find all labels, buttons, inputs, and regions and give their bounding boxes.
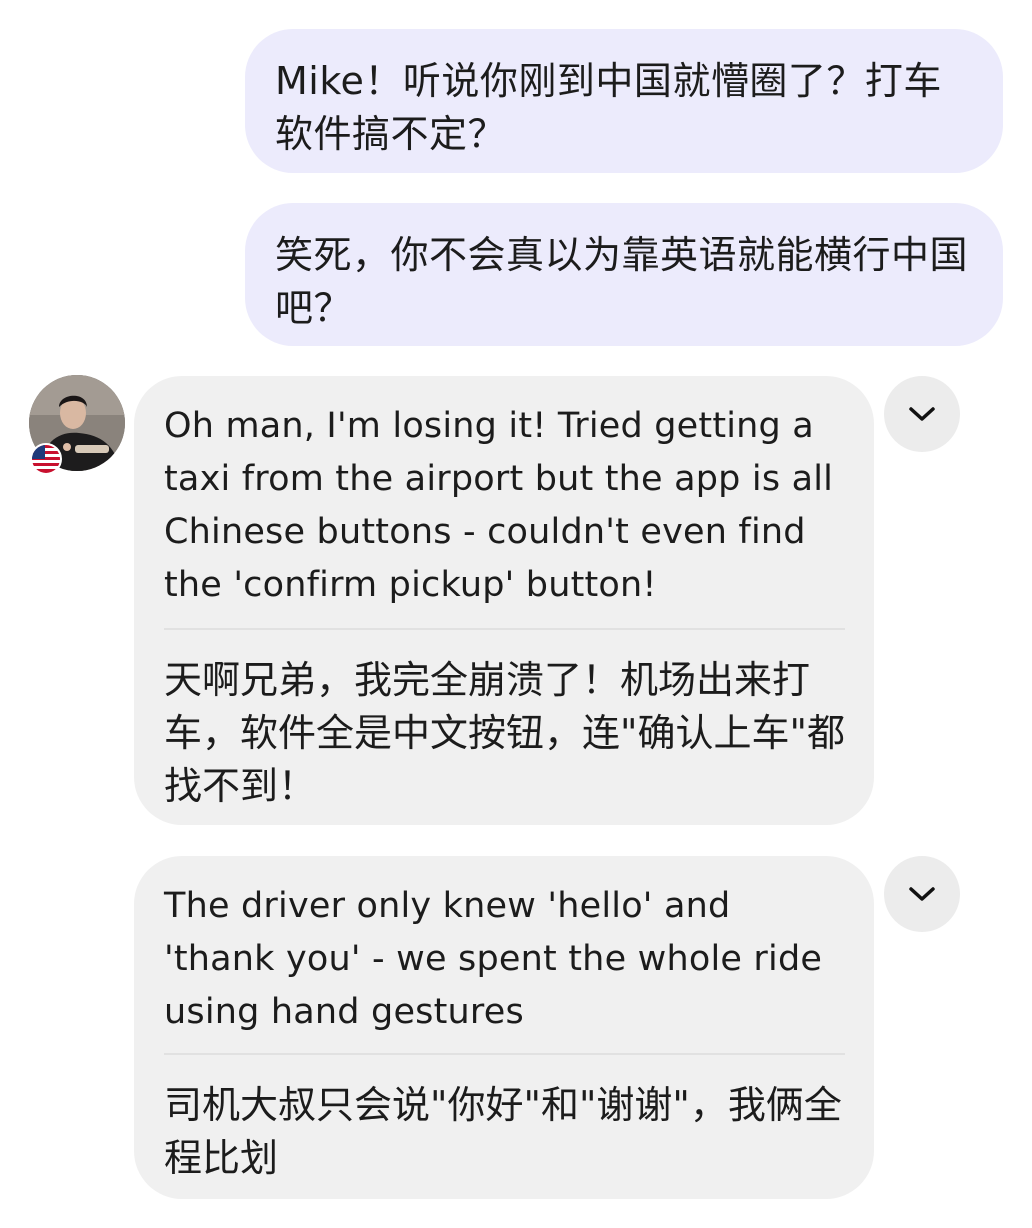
outgoing-message-bubble[interactable]: Mike！听说你刚到中国就懵圈了？打车软件搞不定？ [245,29,1003,173]
incoming-message-bubble[interactable]: The driver only knew 'hello' and 'thank … [134,856,874,1199]
expand-message-button[interactable] [884,376,960,452]
outgoing-message-text: 笑死，你不会真以为靠英语就能横行中国吧？ [275,233,969,330]
original-message-text: Oh man, I'm losing it! Tried getting a t… [164,376,845,630]
outgoing-message-bubble[interactable]: 笑死，你不会真以为靠英语就能横行中国吧？ [245,203,1003,346]
original-message-text: The driver only knew 'hello' and 'thank … [164,856,845,1055]
translated-message-text: 司机大叔只会说"你好"和"谢谢"，我俩全程比划 [164,1083,842,1180]
incoming-message-bubble[interactable]: Oh man, I'm losing it! Tried getting a t… [134,376,874,825]
outgoing-message-text: Mike！听说你刚到中国就懵圈了？打车软件搞不定？ [275,59,942,156]
expand-message-button[interactable] [884,856,960,932]
translated-message-text: 天啊兄弟，我完全崩溃了！机场出来打车，软件全是中文按钮，连"确认上车"都找不到！ [164,658,845,808]
us-flag-icon [30,443,62,475]
chevron-down-icon [909,407,935,421]
chevron-down-icon [909,887,935,901]
